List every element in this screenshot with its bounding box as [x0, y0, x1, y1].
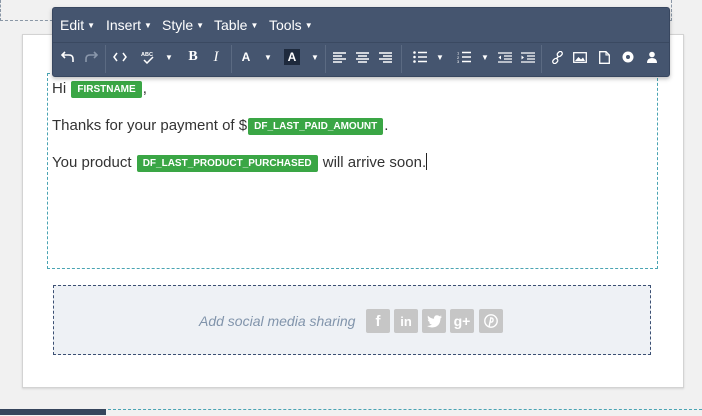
linkedin-icon[interactable]: in [394, 309, 418, 333]
text-color-dropdown[interactable]: ▼ [263, 46, 273, 68]
google-plus-icon[interactable]: g+ [450, 309, 474, 333]
align-center-icon[interactable] [351, 46, 373, 68]
menu-insert[interactable]: Insert ▼ [106, 17, 152, 33]
align-right-icon[interactable] [374, 46, 396, 68]
numbered-list-icon[interactable]: 123 [453, 46, 475, 68]
bullet-list-dropdown[interactable]: ▼ [435, 46, 445, 68]
spellcheck-dropdown[interactable]: ▼ [164, 46, 174, 68]
file-icon[interactable] [593, 46, 615, 68]
chevron-down-icon: ▼ [304, 21, 313, 30]
social-sharing-label: Add social media sharing [199, 313, 356, 329]
svg-text:ABC: ABC [141, 52, 153, 58]
redo-icon[interactable] [80, 46, 102, 68]
background-color-icon[interactable]: A [281, 46, 303, 68]
menu-tools[interactable]: Tools ▼ [269, 17, 313, 33]
outdent-icon[interactable] [494, 46, 516, 68]
facebook-icon[interactable]: f [366, 309, 390, 333]
pinterest-icon[interactable] [479, 309, 503, 333]
undo-icon[interactable] [57, 46, 79, 68]
spellcheck-icon[interactable]: ABC [137, 46, 159, 68]
merge-tag-last-product-purchased[interactable]: DF_LAST_PRODUCT_PURCHASED [136, 155, 318, 172]
chevron-down-icon: ▼ [87, 21, 96, 30]
editor-toolbar: Edit ▼ Insert ▼ Style ▼ Table ▼ Tools ▼ ABC ▼… [52, 7, 670, 77]
indent-icon[interactable] [517, 46, 539, 68]
source-code-icon[interactable] [109, 46, 131, 68]
menu-edit[interactable]: Edit ▼ [60, 17, 95, 33]
italic-icon[interactable]: I [205, 46, 227, 68]
text-color-icon[interactable]: A [235, 46, 257, 68]
bottom-dark-block [0, 409, 106, 415]
link-icon[interactable] [546, 46, 568, 68]
text-caret [426, 153, 428, 170]
merge-tag-last-paid-amount[interactable]: DF_LAST_PAID_AMOUNT [248, 118, 384, 135]
special-char-icon[interactable] [617, 46, 639, 68]
menu-style[interactable]: Style ▼ [162, 17, 204, 33]
chevron-down-icon: ▼ [144, 21, 152, 30]
numbered-list-dropdown[interactable]: ▼ [480, 46, 490, 68]
editor-line-greeting[interactable]: Hi FIRSTNAME, [52, 79, 147, 99]
chevron-down-icon: ▼ [196, 21, 205, 30]
bullet-list-icon[interactable] [409, 46, 431, 68]
align-left-icon[interactable] [328, 46, 350, 68]
svg-text:3: 3 [457, 59, 460, 63]
editor-line-payment[interactable]: Thanks for your payment of $ DF_LAST_PAID… [52, 116, 388, 136]
user-icon[interactable] [641, 46, 663, 68]
merge-tag-firstname[interactable]: FIRSTNAME [71, 81, 142, 98]
bold-icon[interactable]: B [182, 46, 204, 68]
twitter-icon[interactable] [422, 309, 446, 333]
editor-line-product[interactable]: You product DF_LAST_PRODUCT_PURCHASED wi… [52, 153, 428, 173]
menu-table[interactable]: Table ▼ [214, 17, 258, 33]
background-color-dropdown[interactable]: ▼ [310, 46, 320, 68]
editor-menubar: Edit ▼ Insert ▼ Style ▼ Table ▼ Tools ▼ [53, 8, 669, 43]
toolbar-button-row: ABC ▼ B I A ▼ A ▼ ▼ 123 ▼ [53, 43, 669, 76]
chevron-down-icon: ▼ [250, 21, 259, 30]
image-icon[interactable] [569, 46, 591, 68]
